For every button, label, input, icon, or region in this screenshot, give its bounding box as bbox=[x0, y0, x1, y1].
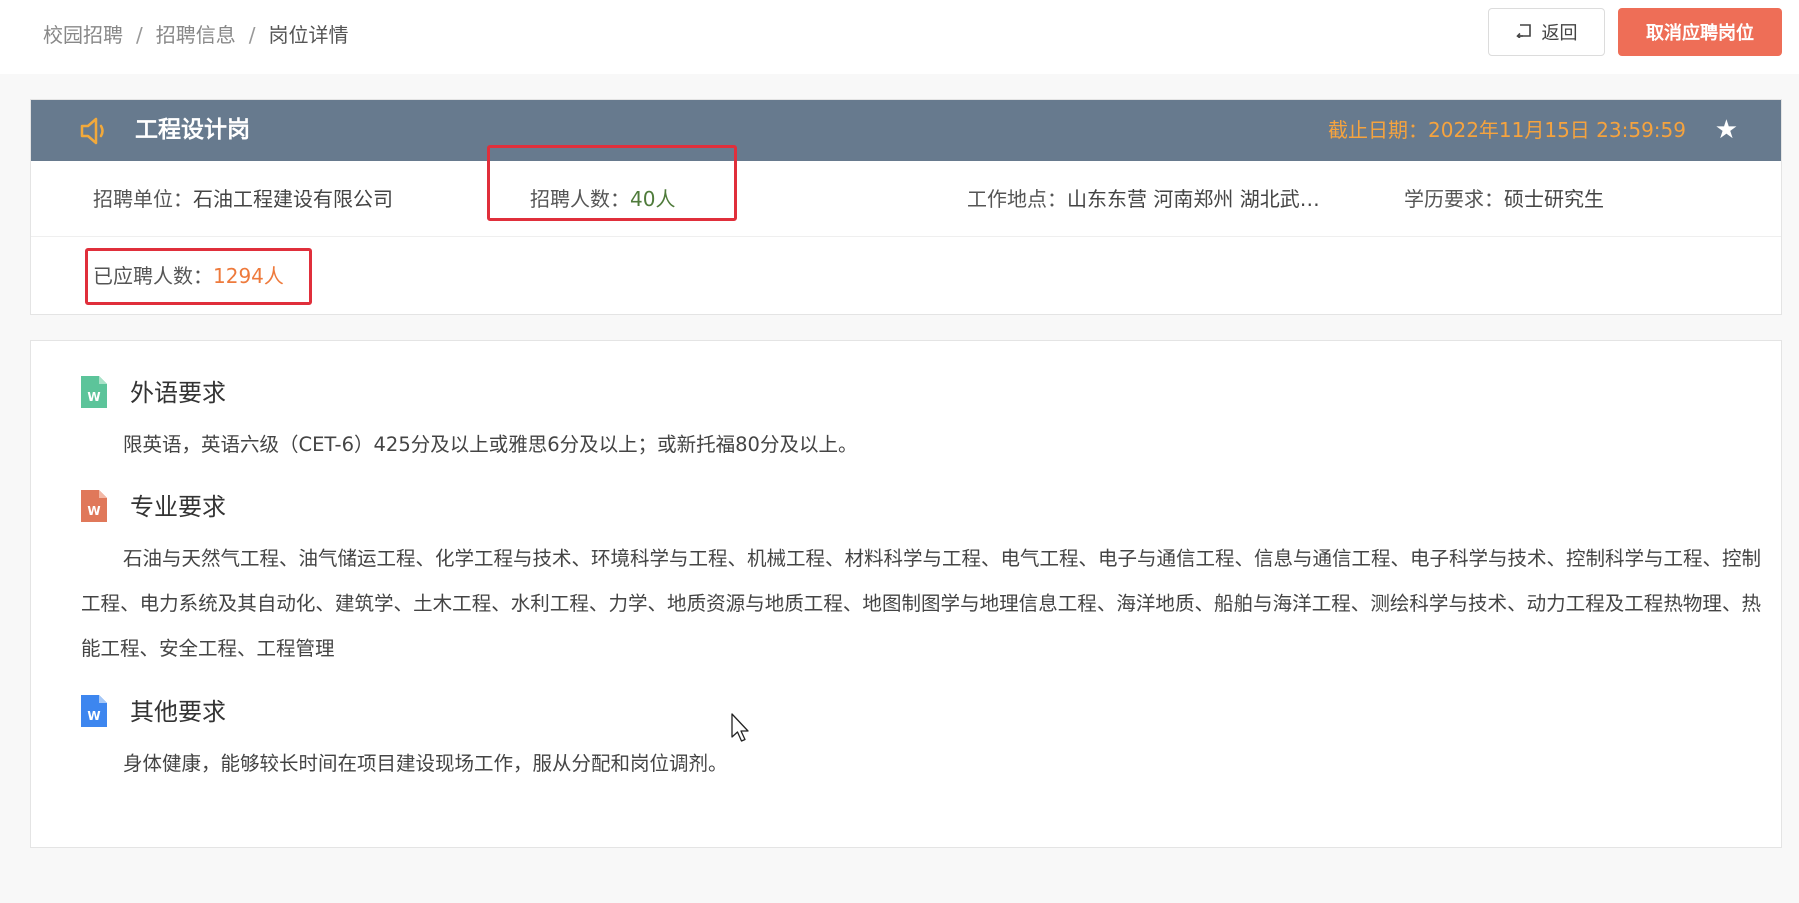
word-doc-icon: W bbox=[81, 490, 107, 526]
requirement-section-language: W 外语要求 限英语，英语六级（CET-6）425分及以上或雅思6分及以上；或新… bbox=[81, 374, 1761, 467]
requirement-section-major: W 专业要求 石油与天然气工程、油气储运工程、化学工程与技术、环境科学与工程、机… bbox=[81, 488, 1761, 671]
education-requirement: 学历要求：硕士研究生 bbox=[1404, 184, 1604, 214]
recruit-unit-value: 石油工程建设有限公司 bbox=[193, 187, 393, 211]
breadcrumb-item-campus-recruit[interactable]: 校园招聘 bbox=[43, 23, 123, 47]
top-bar: 校园招聘 / 招聘信息 / 岗位详情 返回 取消应聘岗位 bbox=[0, 0, 1799, 74]
breadcrumb: 校园招聘 / 招聘信息 / 岗位详情 bbox=[43, 20, 349, 50]
breadcrumb-separator: / bbox=[136, 23, 143, 47]
back-button-label: 返回 bbox=[1541, 23, 1578, 44]
deadline-value: 2022年11月15日 23:59:59 bbox=[1428, 118, 1686, 142]
recruit-unit: 招聘单位：石油工程建设有限公司 bbox=[93, 184, 393, 214]
favorite-star-icon[interactable]: ★ bbox=[1715, 115, 1738, 145]
requirement-text: 身体健康，能够较长时间在项目建设现场工作，服从分配和岗位调剂。 bbox=[123, 752, 728, 775]
speaker-icon bbox=[79, 116, 111, 150]
job-header: 工程设计岗 截止日期：2022年11月15日 23:59:59 ★ bbox=[31, 100, 1781, 161]
requirement-title: 专业要求 bbox=[130, 493, 226, 521]
highlight-box-applied-count bbox=[85, 248, 312, 305]
svg-text:W: W bbox=[87, 504, 100, 518]
job-title: 工程设计岗 bbox=[135, 117, 250, 143]
word-doc-icon: W bbox=[81, 376, 107, 412]
job-info-row: 招聘单位：石油工程建设有限公司 招聘人数：40人 工作地点：山东东营 河南郑州 … bbox=[31, 161, 1781, 237]
cancel-application-button[interactable]: 取消应聘岗位 bbox=[1618, 8, 1782, 56]
breadcrumb-separator: / bbox=[248, 23, 256, 47]
requirement-text: 限英语，英语六级（CET-6）425分及以上或雅思6分及以上；或新托福80分及以… bbox=[123, 433, 858, 456]
svg-text:W: W bbox=[87, 390, 100, 404]
requirement-title: 其他要求 bbox=[130, 698, 226, 726]
back-button[interactable]: 返回 bbox=[1488, 8, 1605, 56]
word-doc-icon: W bbox=[81, 695, 107, 731]
work-location-value: 山东东营 河南郑州 湖北武… bbox=[1067, 187, 1320, 211]
breadcrumb-item-recruit-info[interactable]: 招聘信息 bbox=[156, 23, 236, 47]
education-value: 硕士研究生 bbox=[1504, 187, 1604, 211]
deadline-label: 截止日期： bbox=[1328, 118, 1429, 142]
education-label: 学历要求： bbox=[1404, 187, 1504, 211]
mouse-cursor-icon bbox=[731, 713, 751, 747]
work-location-label: 工作地点： bbox=[967, 187, 1067, 211]
work-location: 工作地点：山东东营 河南郑州 湖北武… bbox=[967, 184, 1347, 214]
return-icon bbox=[1515, 22, 1532, 43]
requirement-section-other: W 其他要求 身体健康，能够较长时间在项目建设现场工作，服从分配和岗位调剂。 bbox=[81, 693, 1761, 786]
highlight-box-headcount bbox=[487, 145, 737, 221]
svg-text:W: W bbox=[87, 709, 100, 723]
deadline: 截止日期：2022年11月15日 23:59:59 bbox=[1328, 115, 1686, 145]
requirement-text: 石油与天然气工程、油气储运工程、化学工程与技术、环境科学与工程、机械工程、材料科… bbox=[81, 547, 1762, 660]
requirement-title: 外语要求 bbox=[130, 379, 226, 407]
recruit-unit-label: 招聘单位： bbox=[93, 187, 193, 211]
breadcrumb-item-job-detail: 岗位详情 bbox=[268, 23, 349, 47]
requirements-card: W 外语要求 限英语，英语六级（CET-6）425分及以上或雅思6分及以上；或新… bbox=[30, 340, 1782, 848]
